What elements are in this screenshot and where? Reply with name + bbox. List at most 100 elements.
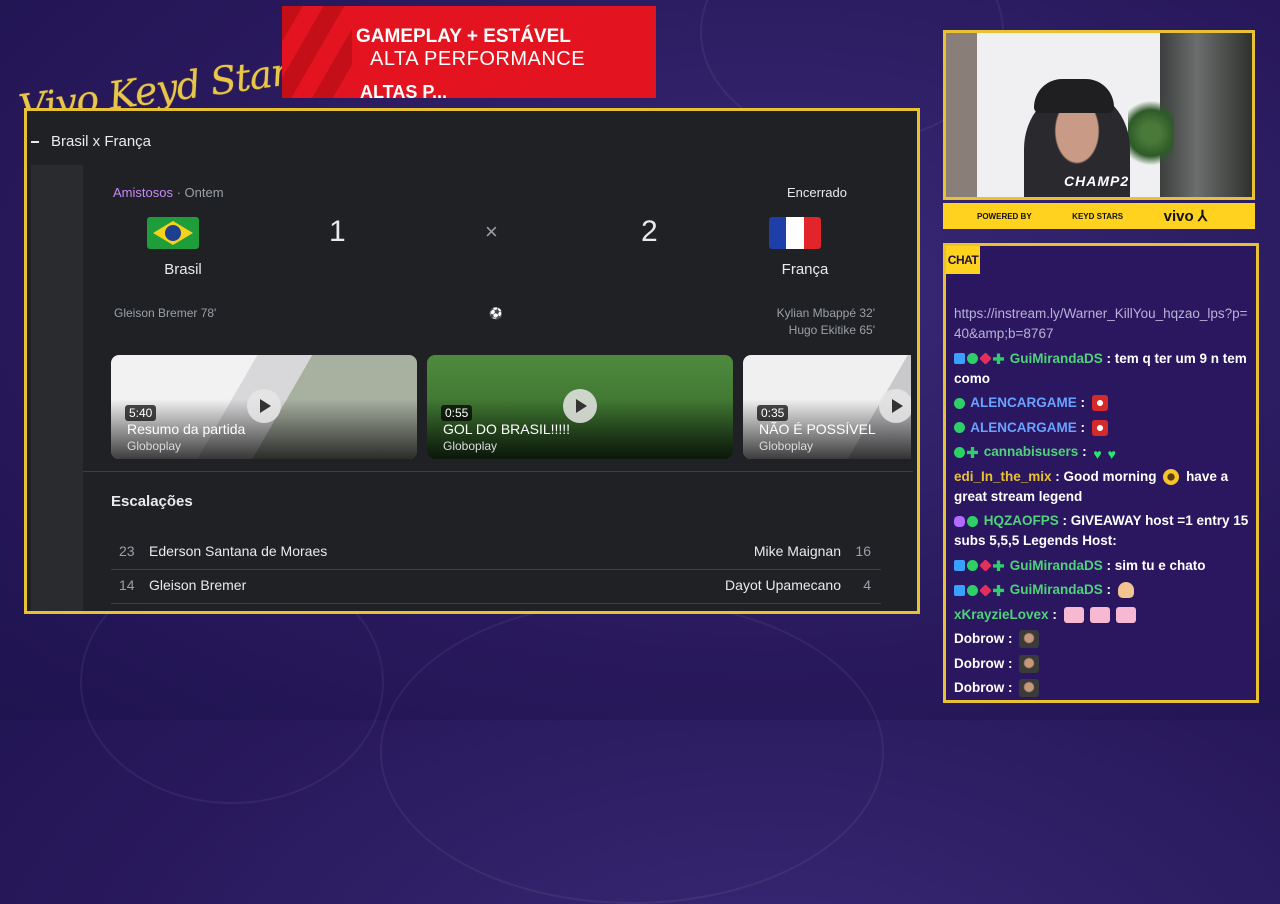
banner-line-1: GAMEPLAY + ESTÁVEL xyxy=(356,26,571,47)
sponsor-bar: POWERED BY KEYD STARS vivo ⅄ xyxy=(943,203,1255,229)
emote-icon xyxy=(1115,606,1136,623)
video-duration: 0:55 xyxy=(441,405,473,421)
section-divider xyxy=(83,471,913,472)
home-player-number: 14 xyxy=(119,577,135,593)
chat-username[interactable]: xKrayzieLovex xyxy=(954,607,1049,622)
mic-badge-icon xyxy=(954,515,965,527)
emote-icon xyxy=(1091,419,1108,436)
chat-username[interactable]: GuiMirandaDS xyxy=(1010,582,1103,597)
versus-symbol: × xyxy=(485,219,498,244)
sub-badge-icon xyxy=(954,353,965,365)
home-player-name: Gleison Bremer xyxy=(149,577,247,593)
chat-username[interactable]: GuiMirandaDS xyxy=(1010,558,1103,573)
chat-message: ALENCARGAME : xyxy=(954,418,1254,438)
video-title: GOL DO BRASIL!!!!! xyxy=(443,421,571,437)
plus-badge-icon xyxy=(993,560,1004,572)
verified-badge-icon xyxy=(967,515,978,527)
home-scorer: Gleison Bremer 78' xyxy=(114,306,217,320)
sub-badge-icon xyxy=(954,584,965,596)
powered-by-label: POWERED BY xyxy=(977,211,1032,221)
play-icon[interactable] xyxy=(247,389,281,423)
home-score: 1 xyxy=(329,215,346,248)
away-score: 2 xyxy=(641,215,658,248)
video-card[interactable]: 0:35 NÃO É POSSÍVEL Globoplay xyxy=(743,355,911,459)
background-swirl xyxy=(380,600,884,904)
match-competition: Amistosos · Ontem xyxy=(113,185,224,200)
play-icon[interactable] xyxy=(563,389,597,423)
chat-username[interactable]: edi_In_the_mix xyxy=(954,469,1052,484)
banner-line-2: ALTA PERFORMANCE xyxy=(370,48,586,70)
lineups-heading: Escalações xyxy=(111,493,193,510)
play-icon[interactable] xyxy=(879,389,911,423)
chat-message: https://instream.ly/Warner_KillYou_hqzao… xyxy=(954,304,1254,344)
home-team-name[interactable]: Brasil xyxy=(123,261,243,278)
verified-badge-icon xyxy=(954,422,965,434)
away-scorer: Kylian Mbappé 32' xyxy=(776,306,875,320)
banner-stripes xyxy=(282,6,352,98)
away-player-name: Dayot Upamecano xyxy=(725,577,841,593)
verified-badge-icon xyxy=(954,446,965,458)
video-source: Globoplay xyxy=(759,439,814,453)
chat-message: cannabisusers : ♥ ♥ xyxy=(954,442,1254,462)
chat-messages: https://instream.ly/Warner_KillYou_hqzao… xyxy=(954,304,1254,703)
gem-badge-icon xyxy=(979,584,992,597)
video-title: Resumo da partida xyxy=(127,421,246,437)
emote-icon xyxy=(1063,606,1084,623)
vivo-logo: vivo ⅄ xyxy=(1163,208,1207,225)
chat-text: sim tu e chato xyxy=(1114,557,1206,573)
away-player-name: Mike Maignan xyxy=(753,543,841,559)
browser-panel: Brasil x França Amistosos · Ontem Encerr… xyxy=(24,108,920,614)
chat-message: ALENCARGAME : xyxy=(954,393,1254,413)
chat-username[interactable]: ALENCARGAME xyxy=(970,395,1077,410)
video-duration: 5:40 xyxy=(125,405,157,421)
chat-username[interactable]: HQZAOFPS xyxy=(984,513,1059,528)
chat-message: Dobrow : xyxy=(954,654,1254,674)
chat-panel: CHAT https://instream.ly/Warner_KillYou_… xyxy=(943,243,1259,703)
face-emote-icon xyxy=(1019,654,1040,673)
chat-username[interactable]: Dobrow xyxy=(954,680,1004,695)
lineup-row[interactable]: 14 Gleison Bremer Dayot Upamecano 4 xyxy=(111,569,881,604)
emote-icon xyxy=(1089,606,1110,623)
brazil-flag-icon xyxy=(147,217,199,249)
competition-link[interactable]: Amistosos xyxy=(113,185,173,200)
chat-message: edi_In_the_mix : Good morning have a gre… xyxy=(954,468,1229,504)
video-source: Globoplay xyxy=(127,439,182,453)
green-heart-icon: ♥ xyxy=(1107,446,1116,463)
video-card[interactable]: 5:40 Resumo da partida Globoplay xyxy=(111,355,417,459)
sponsor-ad-banner: GAMEPLAY + ESTÁVEL ALTA PERFORMANCE ALTA… xyxy=(282,6,656,98)
chat-username[interactable]: cannabisusers xyxy=(984,444,1079,459)
away-team-name[interactable]: França xyxy=(745,261,865,278)
chat-message: HQZAOFPS : GIVEAWAY host =1 entry 15 sub… xyxy=(954,513,1249,548)
verified-badge-icon xyxy=(967,584,978,596)
hand-emote-icon xyxy=(1117,582,1134,599)
plus-badge-icon xyxy=(993,584,1004,596)
plus-badge-icon xyxy=(993,353,1004,365)
match-title: Brasil x França xyxy=(51,133,152,150)
chat-username[interactable]: ALENCARGAME xyxy=(970,420,1077,435)
sub-badge-icon xyxy=(954,560,965,572)
chat-username[interactable]: GuiMirandaDS xyxy=(1010,351,1103,366)
france-flag-icon xyxy=(769,217,821,249)
highlight-videos-carousel: 5:40 Resumo da partida Globoplay 0:55 GO… xyxy=(111,355,911,459)
verified-badge-icon xyxy=(954,397,965,409)
message-link[interactable]: https://instream.ly/Warner_KillYou_hqzao… xyxy=(954,306,1248,341)
shirt-logo-text: CHAMP2 xyxy=(1064,173,1130,189)
video-card[interactable]: 0:55 GOL DO BRASIL!!!!! Globoplay xyxy=(427,355,733,459)
video-duration: 0:35 xyxy=(757,405,789,421)
back-dash-icon[interactable] xyxy=(31,141,39,143)
lineup-row[interactable]: 23 Ederson Santana de Moraes Mike Maigna… xyxy=(111,535,881,570)
chat-tab-label: CHAT xyxy=(946,246,980,274)
emote-icon xyxy=(1091,395,1108,412)
chat-username[interactable]: Dobrow xyxy=(954,656,1004,671)
away-scorer: Hugo Ekitike 65' xyxy=(788,323,875,337)
away-player-number: 4 xyxy=(863,577,871,593)
verified-badge-icon xyxy=(967,560,978,572)
left-sidebar xyxy=(31,165,83,611)
verified-badge-icon xyxy=(967,353,978,365)
match-status: Encerrado xyxy=(787,185,847,200)
gem-badge-icon xyxy=(979,352,992,366)
video-source: Globoplay xyxy=(443,439,498,453)
chat-username[interactable]: Dobrow xyxy=(954,631,1004,646)
home-player-number: 23 xyxy=(119,543,135,559)
video-title: NÃO É POSSÍVEL xyxy=(759,421,876,437)
